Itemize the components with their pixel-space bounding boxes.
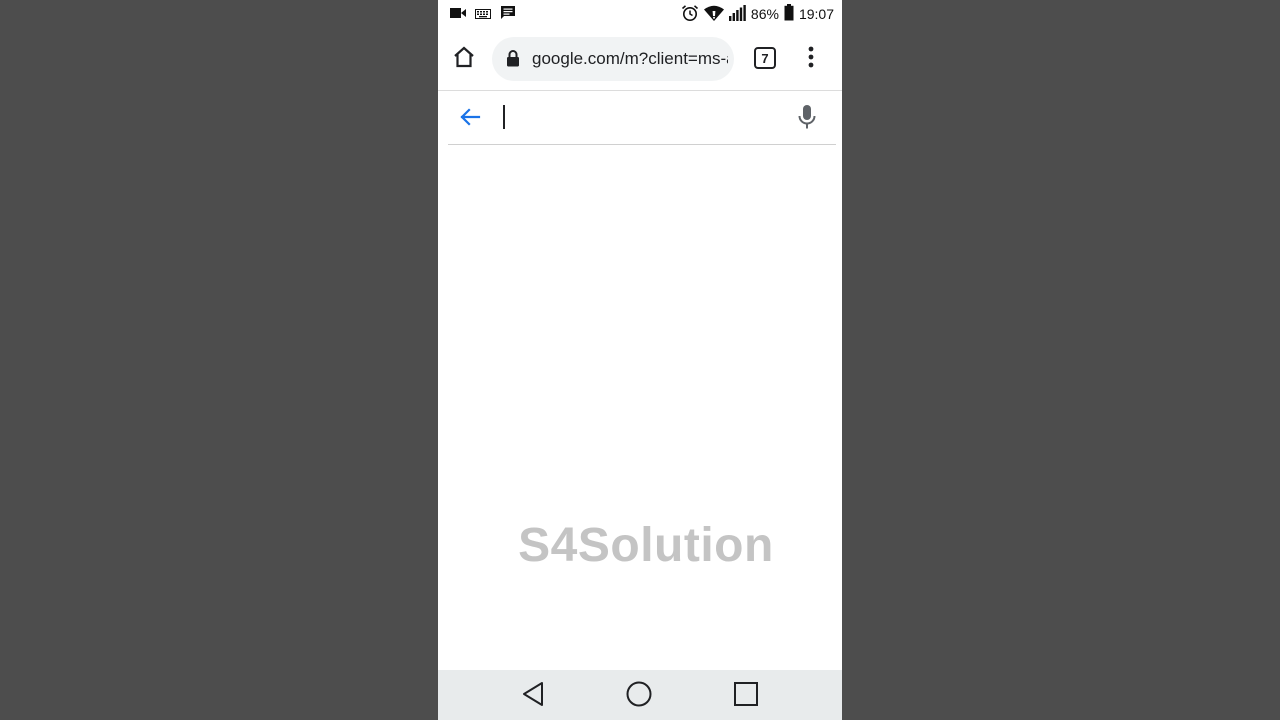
home-icon <box>452 45 476 74</box>
status-right: 86% 19:07 <box>681 4 834 25</box>
microphone-icon[interactable] <box>796 104 820 130</box>
nav-recents-button[interactable] <box>732 681 760 711</box>
phone-screen: 86% 19:07 google.com/m?client=ms- 7 S4So… <box>438 0 842 720</box>
search-bar <box>448 91 836 145</box>
message-icon <box>500 5 516 24</box>
keyboard-icon <box>475 6 491 22</box>
arrow-left-icon[interactable] <box>458 105 482 129</box>
cell-signal-icon <box>728 4 746 24</box>
home-button[interactable] <box>450 45 478 73</box>
status-bar: 86% 19:07 <box>438 0 842 28</box>
text-caret <box>503 105 505 129</box>
battery-percent: 86% <box>750 6 779 22</box>
nav-home-button[interactable] <box>625 681 653 712</box>
browser-toolbar: google.com/m?client=ms-android 7 <box>438 28 842 91</box>
more-menu-button[interactable] <box>800 45 822 73</box>
watermark-text: S4Solution <box>518 519 774 572</box>
recents-square-icon <box>734 681 758 711</box>
nav-back-button[interactable] <box>519 681 547 712</box>
navigation-bar <box>438 670 842 720</box>
tab-switcher-button[interactable]: 7 <box>754 47 776 69</box>
more-vert-icon <box>808 46 814 73</box>
status-time: 19:07 <box>798 6 834 22</box>
address-bar[interactable]: google.com/m?client=ms-android <box>492 37 734 81</box>
url-text[interactable]: google.com/m?client=ms-android <box>532 49 728 69</box>
lock-icon <box>506 50 522 68</box>
wifi-icon <box>703 5 724 24</box>
battery-icon <box>784 4 794 24</box>
home-circle-icon <box>626 681 652 712</box>
search-input[interactable] <box>500 103 780 131</box>
alarm-icon <box>681 4 699 25</box>
back-triangle-icon <box>521 681 545 712</box>
status-left <box>450 5 516 24</box>
video-camera-icon <box>450 6 466 22</box>
